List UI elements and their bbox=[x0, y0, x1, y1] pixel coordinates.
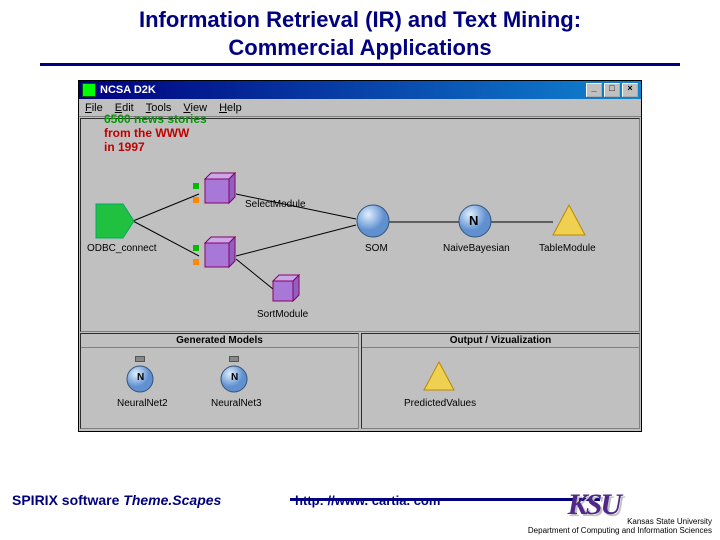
app-icon bbox=[82, 83, 96, 97]
label-odbc: ODBC_connect bbox=[87, 243, 156, 254]
node-select-module-2[interactable] bbox=[199, 235, 237, 273]
label-nn3: NeuralNet3 bbox=[211, 398, 262, 409]
affil-line-2: Department of Computing and Information … bbox=[528, 527, 712, 536]
slide-footer: SPIRIX software Theme.Scapes http: //www… bbox=[0, 478, 720, 540]
handle-icon[interactable] bbox=[135, 356, 145, 362]
title-line-2: Commercial Applications bbox=[228, 35, 491, 60]
ksu-logo: KSU bbox=[568, 488, 620, 522]
label-som: SOM bbox=[365, 243, 388, 254]
node-n-label: N bbox=[469, 213, 478, 228]
affiliation: Kansas State University Department of Co… bbox=[528, 518, 712, 536]
title-line-1: Information Retrieval (IR) and Text Mini… bbox=[139, 7, 581, 32]
maximize-button[interactable]: □ bbox=[604, 83, 620, 97]
overlay-annotation: 6500 news stories from the WWW in 1997 bbox=[104, 113, 207, 154]
handle-icon[interactable] bbox=[229, 356, 239, 362]
app-window: NCSA D2K _ □ × File Edit Tools View Help… bbox=[78, 80, 642, 432]
node-table-module[interactable] bbox=[551, 203, 587, 239]
overlay-line-1: 6500 news stories bbox=[104, 112, 207, 126]
close-button[interactable]: × bbox=[622, 83, 638, 97]
node-select-module-1[interactable] bbox=[199, 171, 237, 209]
nn2-n: N bbox=[137, 372, 144, 383]
menubar: File Edit Tools View Help 6500 news stor… bbox=[79, 99, 641, 117]
spirix-caption: SPIRIX software Theme.Scapes bbox=[12, 492, 221, 508]
node-som[interactable] bbox=[355, 203, 391, 239]
label-table: TableModule bbox=[539, 243, 596, 254]
node-odbc-connect[interactable] bbox=[95, 203, 135, 239]
label-nn2: NeuralNet2 bbox=[117, 398, 168, 409]
menu-help[interactable]: Help bbox=[219, 102, 242, 114]
panel-header-models: Generated Models bbox=[81, 334, 358, 348]
panel-header-output: Output / Vizualization bbox=[362, 334, 639, 348]
panel-generated-models: Generated Models N NeuralNet2 N NeuralNe… bbox=[80, 333, 359, 429]
label-select: SelectModule bbox=[245, 199, 306, 210]
minimize-button[interactable]: _ bbox=[586, 83, 602, 97]
overlay-line-3: in 1997 bbox=[104, 140, 145, 154]
bottom-panels: Generated Models N NeuralNet2 N NeuralNe… bbox=[80, 333, 640, 429]
slide-title: Information Retrieval (IR) and Text Mini… bbox=[40, 0, 680, 66]
label-sort: SortModule bbox=[257, 309, 308, 320]
node-predicted-values[interactable] bbox=[422, 360, 456, 394]
overlay-line-2: from the WWW bbox=[104, 126, 189, 140]
window-title: NCSA D2K bbox=[100, 84, 156, 96]
label-naive: NaiveBayesian bbox=[443, 243, 510, 254]
spirix-product: Theme.Scapes bbox=[123, 492, 221, 508]
spirix-prefix: SPIRIX software bbox=[12, 492, 123, 508]
label-predicted: PredictedValues bbox=[404, 398, 476, 409]
nn3-n: N bbox=[231, 372, 238, 383]
node-sort-module[interactable] bbox=[267, 273, 301, 307]
footer-rule bbox=[290, 498, 600, 501]
titlebar: NCSA D2K _ □ × bbox=[79, 81, 641, 99]
menu-file[interactable]: File bbox=[85, 102, 103, 114]
panel-output-viz: Output / Vizualization PredictedValues bbox=[361, 333, 640, 429]
